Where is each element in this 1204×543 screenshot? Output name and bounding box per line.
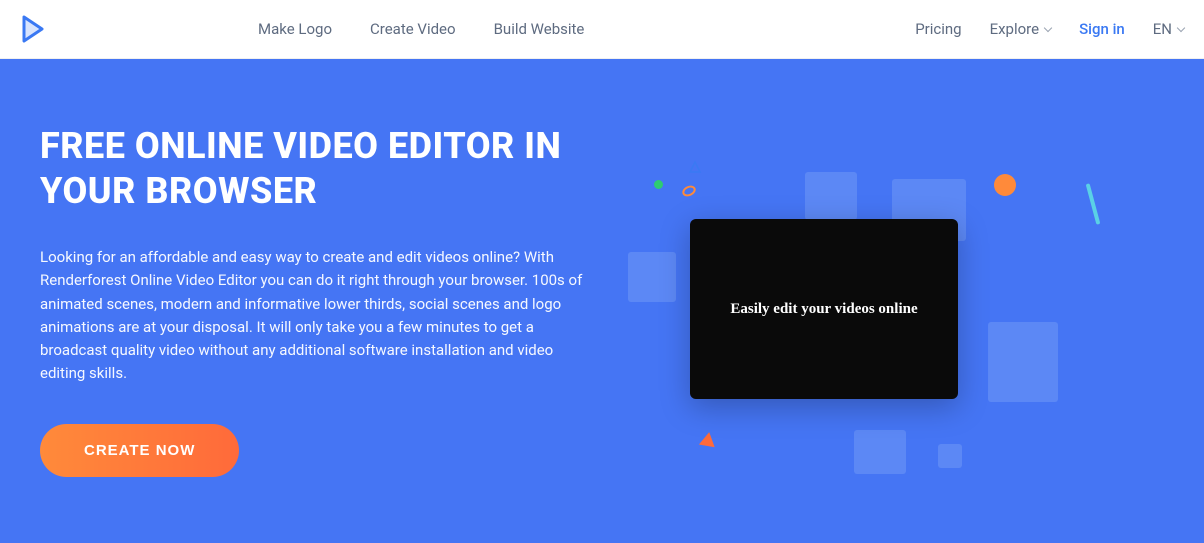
deco-ring	[681, 184, 698, 199]
deco-square	[628, 252, 676, 302]
create-now-button[interactable]: CREATE NOW	[40, 424, 239, 477]
chevron-down-icon	[1044, 23, 1052, 31]
deco-triangle	[699, 431, 717, 448]
header: Make Logo Create Video Build Website Pri…	[0, 0, 1204, 59]
sign-in-link[interactable]: Sign in	[1079, 20, 1125, 38]
nav-pricing[interactable]: Pricing	[915, 20, 961, 38]
hero-content: FREE ONLINE VIDEO EDITOR IN YOUR BROWSER…	[40, 124, 600, 543]
nav-explore[interactable]: Explore	[990, 20, 1052, 38]
deco-triangle-outline	[688, 160, 702, 174]
language-selector[interactable]: EN	[1153, 20, 1184, 38]
nav-make-logo[interactable]: Make Logo	[258, 20, 332, 38]
nav-create-video[interactable]: Create Video	[370, 20, 456, 38]
nav-primary: Make Logo Create Video Build Website	[258, 20, 584, 38]
nav-secondary: Pricing Explore Sign in EN	[915, 20, 1184, 38]
video-preview-text: Easily edit your videos online	[730, 301, 917, 318]
nav-build-website[interactable]: Build Website	[494, 20, 585, 38]
deco-line	[1086, 183, 1101, 225]
nav-explore-label: Explore	[990, 20, 1040, 38]
hero-illustration: Easily edit your videos online	[600, 124, 1164, 543]
deco-square	[988, 322, 1058, 402]
logo[interactable]	[20, 15, 48, 43]
deco-circle	[994, 174, 1016, 196]
hero-title: FREE ONLINE VIDEO EDITOR IN YOUR BROWSER	[40, 124, 600, 214]
deco-square	[854, 430, 906, 474]
chevron-down-icon	[1177, 23, 1185, 31]
deco-dot	[654, 180, 663, 189]
language-label: EN	[1153, 20, 1172, 38]
hero-section: FREE ONLINE VIDEO EDITOR IN YOUR BROWSER…	[0, 59, 1204, 543]
video-preview[interactable]: Easily edit your videos online	[690, 219, 958, 399]
deco-square	[938, 444, 962, 468]
hero-description: Looking for an affordable and easy way t…	[40, 246, 600, 386]
deco-square	[805, 172, 857, 220]
logo-icon	[20, 15, 48, 43]
